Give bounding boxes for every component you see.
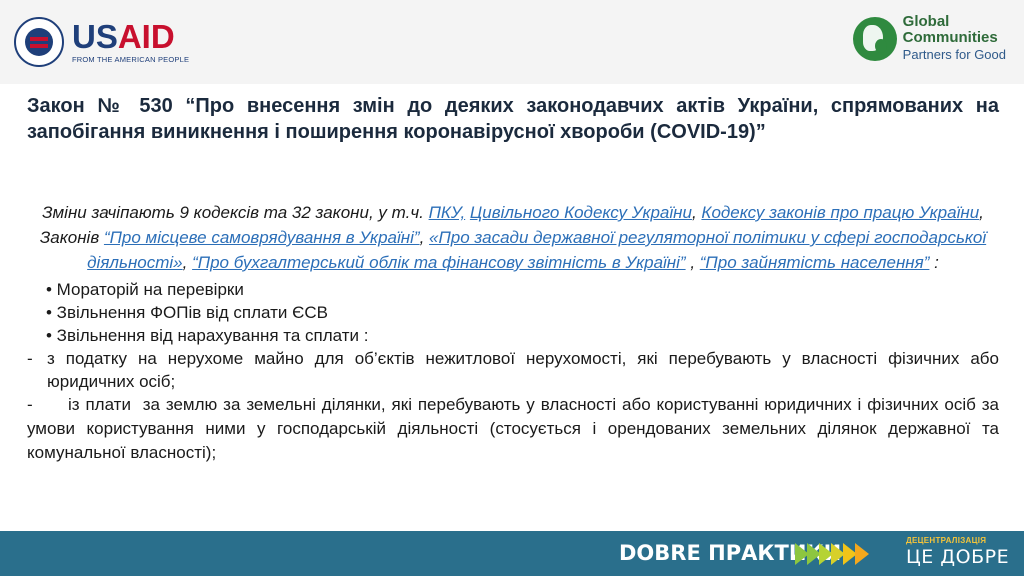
slide-body: Зміни зачіпають 9 кодексів та 32 закони,… (27, 200, 999, 465)
usaid-seal-icon (14, 17, 64, 67)
bullet-item: • Мораторій на перевірки (46, 280, 244, 299)
intro-text: , (685, 253, 700, 272)
chevron-arrows-icon (795, 543, 869, 565)
gc-name-line1: Global (902, 13, 950, 30)
usaid-wordmark: USAID (72, 18, 175, 55)
dash-item: - із плати за землю за земельні ділянки,… (27, 393, 999, 465)
decentralization-slogan: ЦЕ ДОБРЕ (906, 546, 1010, 568)
gc-tagline: Partners for Good (902, 47, 1006, 62)
link-local-government-law[interactable]: “Про місцеве самоврядування в Україні” (104, 228, 420, 247)
intro-paragraph: Зміни зачіпають 9 кодексів та 32 закони,… (27, 200, 999, 275)
bullet-list: • Мораторій на перевірки • Звільнення ФО… (46, 278, 999, 347)
usaid-tagline: FROM THE AMERICAN PEOPLE (72, 55, 190, 64)
link-civil-code[interactable]: Цивільного Кодексу України (470, 203, 692, 222)
intro-text: , (182, 253, 193, 272)
footer-bar: DOBRE ПРАКТИКИ ДЕЦЕНТРАЛІЗАЦІЯ ЦЕ ДОБРЕ (0, 531, 1024, 576)
bullet-item: • Звільнення від нарахування та сплати : (46, 326, 369, 345)
intro-text: , (691, 203, 702, 222)
slide-title: Закон № 530 “Про внесення змін до деяких… (27, 95, 999, 143)
dash-item: - з податку на нерухоме майно для об’єкт… (27, 347, 999, 393)
global-communities-logo: Global Communities Partners for Good (852, 13, 1006, 63)
usaid-logo: USAID FROM THE AMERICAN PEOPLE (14, 14, 189, 70)
link-pku[interactable]: ПКУ, (429, 203, 466, 222)
dash-mark: - (27, 349, 33, 368)
dash-text: із плати за землю за земельні ділянки, я… (27, 395, 1004, 462)
gc-name-line2: Communities (902, 29, 998, 46)
link-labor-code[interactable]: Кодексу законів про працю України (701, 203, 979, 222)
bullet-item: • Звільнення ФОПів від сплати ЄСВ (46, 303, 328, 322)
intro-text: Зміни зачіпають 9 кодексів та 32 закони,… (42, 203, 429, 222)
link-accounting-law[interactable]: “Про бухгалтерський облік та фінансову з… (192, 253, 686, 272)
decentralization-logo: ДЕЦЕНТРАЛІЗАЦІЯ ЦЕ ДОБРЕ (906, 536, 1009, 568)
dash-text: з податку на нерухоме майно для об’єктів… (47, 349, 999, 391)
intro-text: , (419, 228, 430, 247)
link-employment-law[interactable]: “Про зайнятість населення” (700, 253, 930, 272)
decentralization-label: ДЕЦЕНТРАЛІЗАЦІЯ (906, 536, 987, 545)
intro-text: : (929, 253, 939, 272)
globe-icon (852, 16, 897, 61)
header-bar: USAID FROM THE AMERICAN PEOPLE Global Co… (0, 0, 1024, 84)
